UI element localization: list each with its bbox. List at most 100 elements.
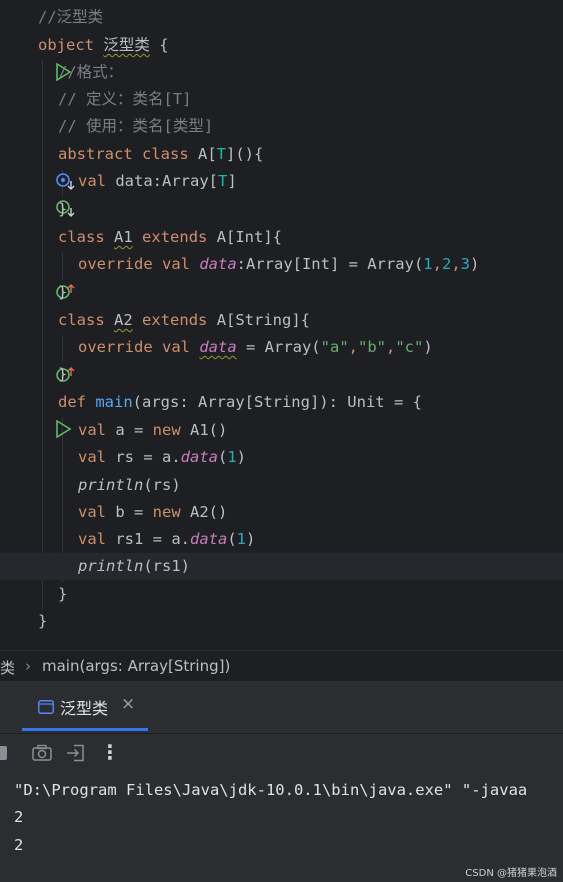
keyword: override val: [78, 255, 190, 273]
function-call: println: [78, 557, 144, 575]
keyword: class: [58, 228, 105, 246]
code-line[interactable]: object 泛型类 {: [0, 32, 563, 82]
keyword: val: [78, 530, 106, 548]
keyword: val: [78, 503, 106, 521]
code-line[interactable]: class A1 extends A[Int]{: [0, 224, 563, 251]
code-line-current[interactable]: println(rs1): [0, 553, 563, 580]
stop-icon[interactable]: [0, 746, 7, 760]
exit-icon[interactable]: [66, 744, 86, 766]
code-line[interactable]: def main(args: Array[String]): Unit = {: [0, 389, 563, 439]
code-text: }: [58, 365, 68, 383]
code-text: }: [58, 585, 68, 603]
keyword: def: [58, 393, 86, 411]
property: data: [190, 530, 228, 548]
console-window-icon: [38, 699, 54, 718]
tab-run-config[interactable]: 泛型类 ×: [22, 681, 148, 733]
console-line: "D:\Program Files\Java\jdk-10.0.1\bin\ja…: [14, 781, 528, 799]
number: 1: [423, 255, 433, 273]
code-line[interactable]: val a = new A1(): [0, 417, 563, 444]
breadcrumb-separator: ›: [25, 657, 31, 675]
code-line[interactable]: }: [0, 196, 563, 223]
code-line[interactable]: I override val data:Array[Int] = Array(1…: [0, 251, 563, 299]
type-param: T: [216, 145, 226, 163]
comment: // 定义：类名[T]: [58, 90, 192, 108]
code-line[interactable]: // 使用：类名[类型]: [0, 113, 563, 140]
brace: {: [149, 36, 169, 54]
comment: //格式：: [58, 63, 124, 81]
code-line[interactable]: // 定义：类名[T]: [0, 86, 563, 113]
code-line[interactable]: }: [0, 608, 563, 635]
code-line[interactable]: val rs1 = a.data(1): [0, 526, 563, 575]
code-text: A1(): [180, 421, 228, 439]
code-line[interactable]: }: [0, 361, 563, 388]
active-tab-indicator: [22, 728, 148, 731]
property: data: [199, 338, 237, 356]
code-text: b =: [106, 503, 153, 521]
code-text: ](){: [226, 145, 264, 163]
code-line[interactable]: I val data:Array[T]: [0, 168, 563, 217]
code-text: }: [38, 612, 48, 630]
camera-icon[interactable]: [32, 744, 52, 766]
keyword: extends: [142, 311, 208, 329]
watermark: CSDN @猪猪果泡酒: [465, 868, 557, 879]
code-line[interactable]: //泛型类: [0, 4, 563, 31]
comma: ,: [451, 255, 461, 273]
code-line[interactable]: }: [0, 279, 563, 306]
breadcrumb: 类 › main(args: Array[String]): [0, 650, 563, 682]
code-editor[interactable]: //泛型类 object 泛型类 { //格式： // 定义：类名[T] // …: [0, 0, 563, 650]
more-options-icon[interactable]: ⋮: [100, 740, 120, 764]
code-text: a =: [106, 421, 153, 439]
keyword: new: [152, 421, 181, 439]
implemented-down-icon[interactable]: [0, 145, 75, 190]
run-triangle-icon[interactable]: [0, 393, 72, 439]
code-text: ): [236, 448, 247, 466]
keyword: class: [58, 311, 105, 329]
code-line[interactable]: println(rs): [0, 472, 563, 499]
override-up-icon[interactable]: I: [0, 338, 75, 382]
keyword: extends: [142, 228, 208, 246]
code-line[interactable]: abstract class A[T](){: [0, 141, 563, 190]
keyword: override val: [78, 338, 190, 356]
console-line: 2: [14, 808, 24, 826]
code-text: A[String]{: [207, 311, 311, 329]
breadcrumb-item[interactable]: main(args: Array[String]): [42, 657, 230, 675]
comma: ,: [348, 338, 358, 356]
code-line[interactable]: class A2 extends A[String]{: [0, 307, 563, 334]
code-text: }: [58, 283, 68, 301]
function-call: println: [78, 476, 144, 494]
number: 3: [460, 255, 471, 273]
code-line[interactable]: }: [0, 581, 563, 608]
code-text: rs1 = a.: [106, 530, 190, 548]
string: "b": [358, 338, 386, 356]
object-name: 泛型类: [103, 36, 150, 54]
close-icon[interactable]: ×: [121, 694, 135, 714]
code-line[interactable]: I override val data = Array("a","b","c"): [0, 334, 563, 382]
code-text: A[Int]{: [207, 228, 283, 246]
code-text: :Array[Int] = Array(: [236, 255, 424, 273]
keyword: new: [152, 503, 181, 521]
run-triangle-icon[interactable]: [0, 36, 72, 82]
code-line[interactable]: val rs = a.data(1): [0, 444, 563, 471]
comment: // 使用：类名[类型]: [58, 117, 214, 135]
implemented-down-icon[interactable]: I: [0, 172, 75, 217]
code-text: (rs): [143, 476, 181, 494]
class-name: A1: [114, 228, 133, 246]
code-text: (: [227, 530, 237, 548]
keyword: val: [78, 172, 106, 190]
property: data: [180, 448, 218, 466]
code-text: ): [246, 530, 256, 548]
code-line[interactable]: val b = new A2(): [0, 499, 563, 526]
code-text: (args: Array[String]): Unit = {: [132, 393, 422, 411]
code-line[interactable]: //格式：: [0, 59, 563, 86]
override-up-icon[interactable]: I: [0, 255, 75, 299]
code-text: ]: [227, 172, 237, 190]
property: data: [199, 255, 237, 273]
breadcrumb-item[interactable]: 类: [0, 657, 15, 678]
